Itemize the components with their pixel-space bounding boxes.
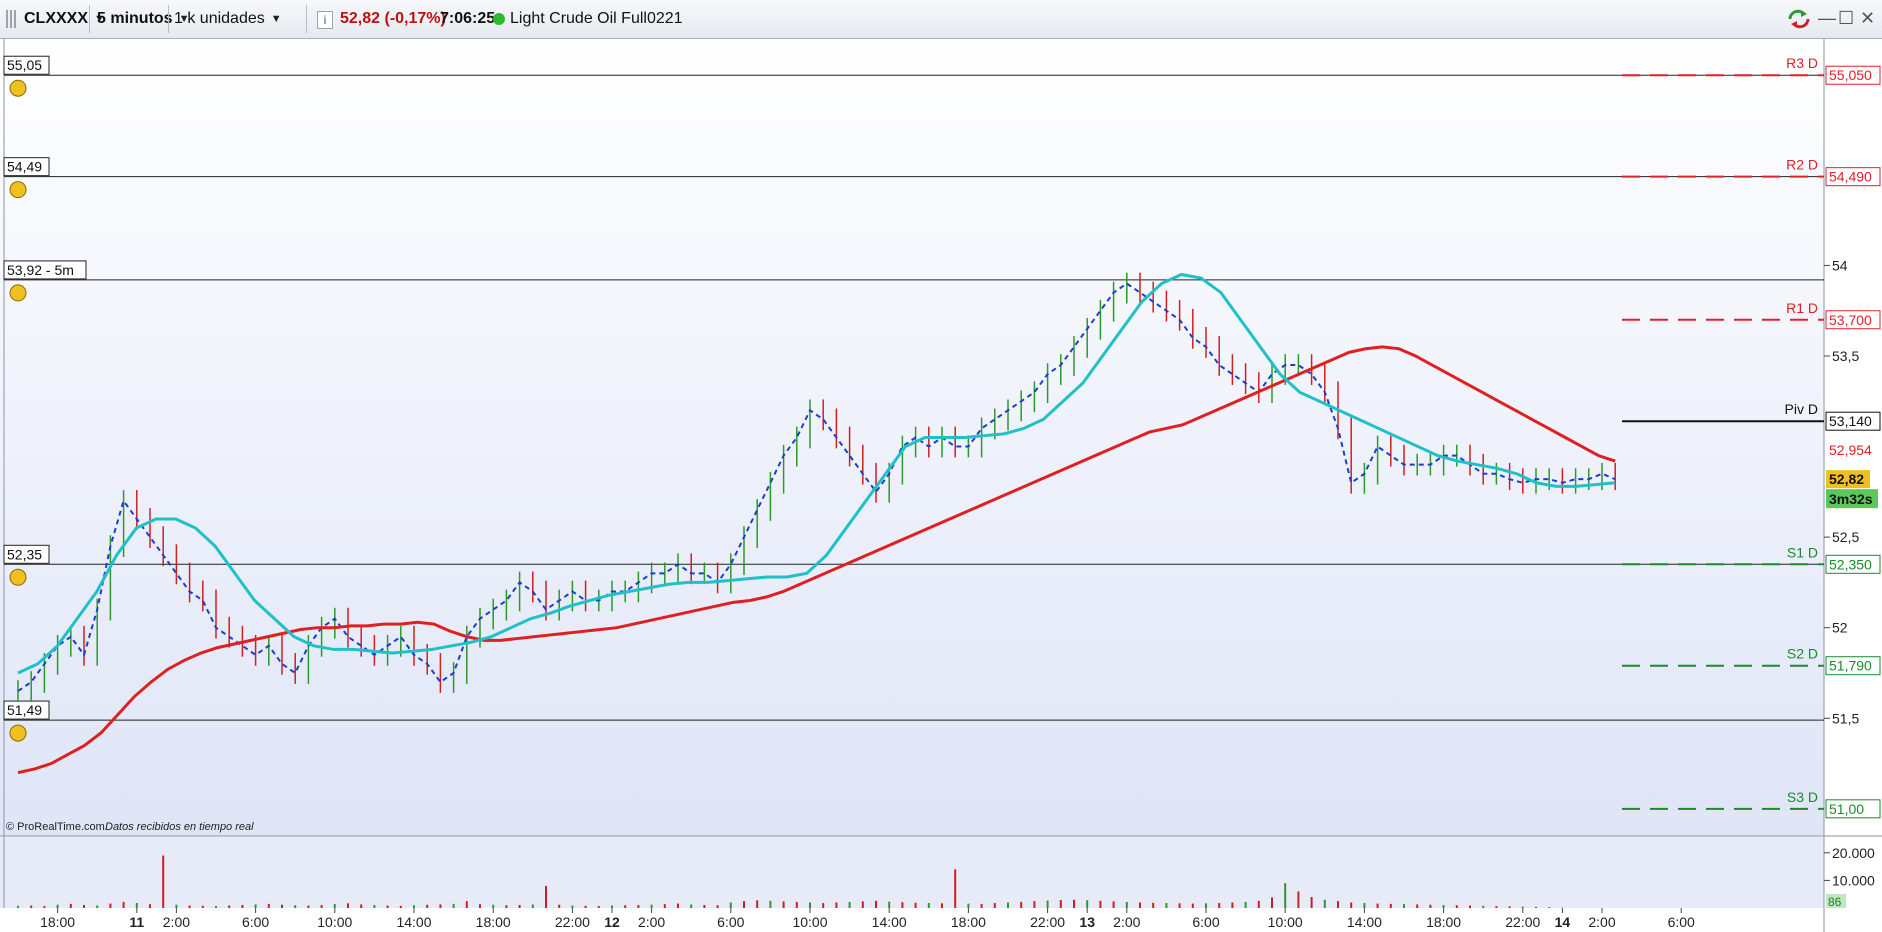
- y-tick-label: 53,5: [1832, 348, 1859, 364]
- x-tick-label: 2:00: [163, 914, 190, 930]
- pivot-name: S3 D: [1787, 789, 1818, 805]
- last-price-label: 52,82: [1829, 471, 1864, 487]
- price-change: 52,82 (-0,17%): [340, 10, 446, 27]
- x-tick-label: 10:00: [1268, 914, 1303, 930]
- x-tick-label: 6:00: [717, 914, 744, 930]
- status-dot-icon: [493, 13, 505, 25]
- x-tick-label: 22:00: [1505, 914, 1540, 930]
- toolbar: CLXXXX ▼ 5 minutos ▼ 1 k unidades ▼ i 52,82…: [0, 0, 1882, 39]
- x-tick-label: 12: [604, 914, 620, 930]
- quote-time: 7:06:25: [440, 10, 496, 27]
- pivot-value: 52,350: [1829, 556, 1872, 572]
- x-tick-label: 22:00: [555, 914, 590, 930]
- pivot-name: R3 D: [1786, 55, 1818, 71]
- instrument-info: Light Crude Oil Full0221: [493, 5, 683, 33]
- x-tick-label: 2:00: [1113, 914, 1140, 930]
- x-tick-label: 2:00: [1588, 914, 1615, 930]
- x-tick-label: 18:00: [40, 914, 75, 930]
- volume-tick-label: 20.000: [1832, 845, 1875, 861]
- symbol-selector[interactable]: CLXXXX ▼: [24, 5, 105, 33]
- pivot-value: 51,790: [1829, 658, 1872, 674]
- bell-icon: [9, 79, 27, 97]
- x-tick-label: 18:00: [476, 914, 511, 930]
- plot-background: [0, 39, 1824, 836]
- volume-tick-label: 10.000: [1832, 872, 1875, 888]
- price-chart[interactable]: 55,05 54,49 53,92 - 5m 52,35 51,49 R3 D 55,050…: [0, 39, 1882, 932]
- ma-value-label: 52,954: [1829, 442, 1872, 458]
- pivot-value: 53,700: [1829, 312, 1872, 328]
- copyright-text: © ProRealTime.com: [6, 821, 105, 833]
- chevron-down-icon: ▼: [270, 13, 282, 25]
- y-tick-label: 52,5: [1832, 529, 1859, 545]
- x-tick-label: 13: [1079, 914, 1095, 930]
- y-tick-label: 51,5: [1832, 710, 1859, 726]
- minimize-icon[interactable]: —: [1818, 8, 1836, 29]
- toolbar-divider: [89, 5, 90, 33]
- alert-label: 55,05: [7, 57, 42, 73]
- x-tick-label: 10:00: [792, 914, 827, 930]
- close-icon[interactable]: ✕: [1860, 8, 1875, 29]
- y-tick-label: 54: [1832, 257, 1848, 273]
- x-tick-label: 6:00: [1192, 914, 1219, 930]
- data-status-text: Datos recibidos en tiempo real: [105, 821, 254, 833]
- x-tick-label: 11: [129, 914, 144, 930]
- bell-icon: [9, 284, 27, 302]
- toolbar-grip-icon[interactable]: [6, 10, 18, 28]
- maximize-icon[interactable]: ☐: [1838, 8, 1854, 29]
- x-tick-label: 6:00: [242, 914, 269, 930]
- x-tick-label: 14:00: [872, 914, 907, 930]
- units-label: 1 k unidades: [174, 10, 265, 27]
- x-tick-label: 22:00: [1030, 914, 1065, 930]
- bell-icon: [9, 724, 27, 742]
- x-tick-label: 14: [1555, 914, 1571, 930]
- pivot-value: 53,140: [1829, 413, 1872, 429]
- instrument-name: Light Crude Oil Full0221: [510, 10, 683, 27]
- x-tick-label: 10:00: [317, 914, 352, 930]
- pivot-name: R1 D: [1786, 300, 1818, 316]
- alert-label: 53,92 - 5m: [7, 262, 74, 278]
- x-tick-label: 14:00: [396, 914, 431, 930]
- toolbar-divider: [306, 5, 307, 33]
- pivot-name: S2 D: [1787, 646, 1818, 662]
- bell-icon: [9, 568, 27, 586]
- pivot-name: S1 D: [1787, 544, 1818, 560]
- pivot-value: 54,490: [1829, 169, 1872, 185]
- x-tick-label: 2:00: [638, 914, 665, 930]
- units-selector[interactable]: 1 k unidades ▼: [174, 5, 282, 33]
- symbol-label: CLXXXX: [24, 10, 89, 27]
- info-icon[interactable]: i: [317, 11, 333, 29]
- x-tick-label: 14:00: [1347, 914, 1382, 930]
- pivot-name: Piv D: [1785, 401, 1818, 417]
- alert-label: 54,49: [7, 159, 42, 175]
- y-tick-label: 52: [1832, 620, 1848, 636]
- alert-label: 52,35: [7, 546, 42, 562]
- volume-last-label: 86: [1828, 895, 1842, 909]
- timeframe-label: 5 minutos: [97, 10, 173, 27]
- refresh-icon[interactable]: [1786, 8, 1812, 35]
- pivot-name: R2 D: [1786, 157, 1818, 173]
- pivot-value: 51,00: [1829, 801, 1864, 817]
- bell-icon: [9, 181, 27, 199]
- toolbar-divider: [168, 5, 169, 33]
- alert-label: 51,49: [7, 702, 42, 718]
- pivot-value: 55,050: [1829, 67, 1872, 83]
- volume-background: [0, 837, 1824, 908]
- x-tick-label: 18:00: [1426, 914, 1461, 930]
- x-tick-label: 18:00: [951, 914, 986, 930]
- x-tick-label: 6:00: [1668, 914, 1695, 930]
- countdown-label: 3m32s: [1829, 491, 1873, 507]
